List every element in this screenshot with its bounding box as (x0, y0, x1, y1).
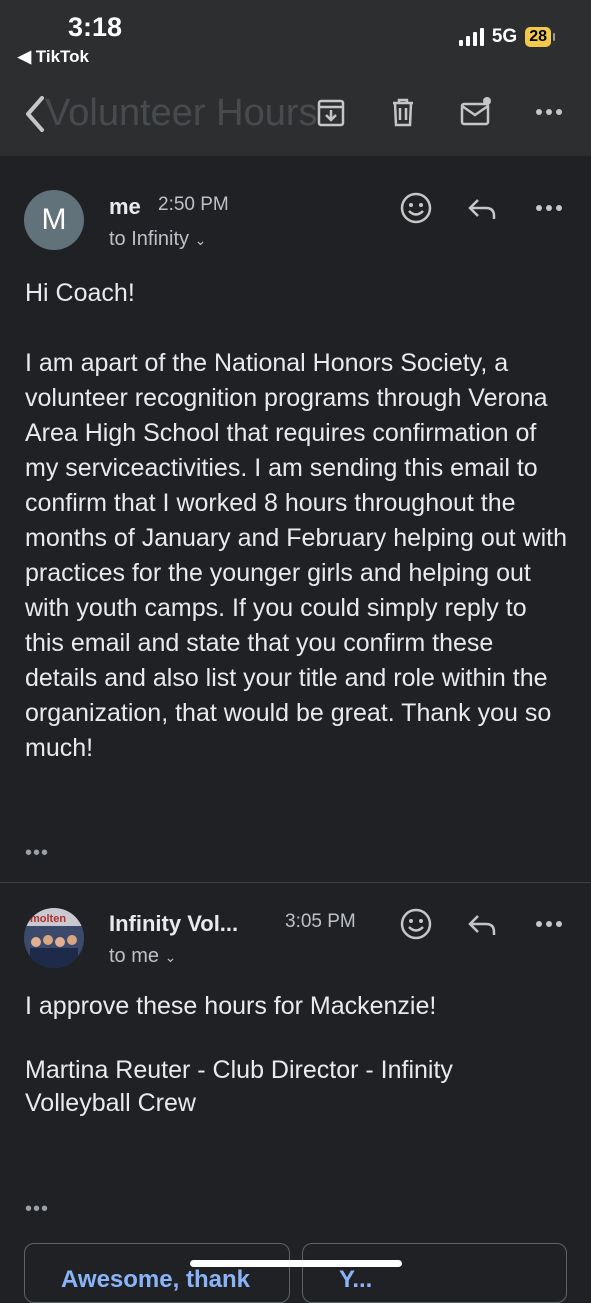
message-time: 2:50 PM (158, 194, 229, 215)
avatar[interactable]: M (24, 190, 84, 250)
status-time: 3:18 (68, 12, 123, 42)
subject-title: Volunteer Hours (45, 92, 318, 134)
message-time: 3:05 PM (285, 911, 356, 932)
top-bar: 3:18 ◀ TikTok 5G 28 Volunteer Hours (0, 0, 591, 156)
chevron-down-icon: ⌄ (194, 232, 207, 248)
email-toolbar: Volunteer Hours (0, 84, 591, 144)
reply-line: I approve these hours for Mackenzie! (25, 992, 437, 1020)
smart-reply-button[interactable]: Y... (302, 1243, 567, 1303)
reply-icon[interactable] (464, 190, 500, 226)
mark-unread-icon[interactable] (458, 94, 494, 130)
message-body: Hi Coach! I am apart of the National Hon… (25, 276, 570, 766)
emoji-reaction-icon[interactable] (398, 190, 434, 226)
network-type: 5G (491, 26, 518, 47)
avatar-logo-text: molten (30, 913, 66, 925)
archive-icon[interactable] (313, 94, 349, 130)
avatar[interactable]: molten (24, 908, 84, 968)
show-trimmed-content-icon[interactable]: ••• (25, 1198, 49, 1221)
signature: Martina Reuter - Club Director - Infinit… (25, 1056, 453, 1117)
recipient-label: to Infinity (109, 228, 190, 250)
back-to-app-link[interactable]: ◀ TikTok (18, 47, 89, 67)
signal-icon (458, 28, 484, 46)
reply-icon[interactable] (464, 906, 500, 942)
body-paragraph: I am apart of the National Honors Societ… (25, 349, 567, 762)
status-indicators: 5G 28 (458, 26, 555, 48)
back-arrow-icon[interactable] (18, 92, 58, 136)
divider (0, 882, 591, 883)
sender-name: me (109, 194, 141, 219)
more-options-icon[interactable] (531, 94, 567, 130)
team-photo-icon: molten (24, 908, 84, 968)
home-indicator[interactable] (190, 1260, 402, 1267)
emoji-reaction-icon[interactable] (398, 906, 434, 942)
show-trimmed-content-icon[interactable]: ••• (25, 842, 49, 865)
recipient-details[interactable]: to me ⌄ (109, 945, 176, 968)
recipient-label: to me (109, 945, 160, 967)
sender-name: Infinity Vol... (109, 911, 239, 936)
battery-icon: 28 (525, 27, 555, 47)
message-more-icon[interactable] (531, 906, 567, 942)
recipient-details[interactable]: to Infinity ⌄ (109, 228, 206, 251)
message-more-icon[interactable] (531, 190, 567, 226)
smart-reply-button[interactable]: Awesome, thank (24, 1243, 290, 1303)
trash-icon[interactable] (385, 94, 421, 130)
chevron-down-icon: ⌄ (164, 949, 177, 965)
greeting: Hi Coach! (25, 279, 135, 307)
